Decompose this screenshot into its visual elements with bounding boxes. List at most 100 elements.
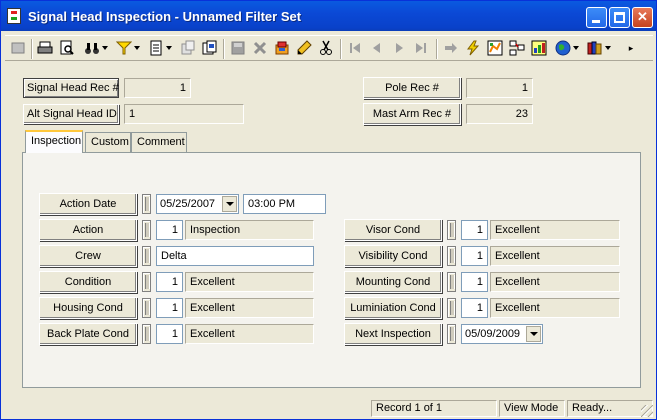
condition-code-input[interactable]: 1: [156, 272, 183, 292]
signal-head-inspection-window: Signal Head Inspection - Unnamed Filter …: [0, 0, 657, 420]
edit-pencil-icon[interactable]: [295, 39, 313, 57]
housing-cond-button[interactable]: Housing Cond: [39, 297, 137, 319]
toolbar-separator: [31, 39, 33, 59]
visibility-cond-code-input[interactable]: 1: [461, 246, 488, 266]
condition-grip[interactable]: [142, 272, 151, 292]
status-record-count: Record 1 of 1: [371, 400, 497, 417]
signal-head-rec-label[interactable]: Signal Head Rec #: [23, 78, 119, 98]
chevron-down-icon[interactable]: [526, 326, 541, 342]
close-button[interactable]: ✕: [632, 7, 653, 28]
back-plate-cond-button[interactable]: Back Plate Cond: [39, 323, 137, 345]
pole-rec-button[interactable]: Pole Rec #: [363, 77, 461, 99]
visibility-cond-description: Excellent: [490, 246, 620, 266]
copy-record-icon[interactable]: [179, 39, 197, 57]
minimize-button[interactable]: [586, 7, 607, 28]
visor-cond-code-input[interactable]: 1: [461, 220, 488, 240]
visibility-cond-button[interactable]: Visibility Cond: [344, 245, 442, 267]
crew-button[interactable]: Crew: [39, 245, 137, 267]
mounting-cond-code-input[interactable]: 1: [461, 272, 488, 292]
chevron-down-icon[interactable]: [222, 196, 237, 212]
close-icon: ✕: [637, 9, 648, 24]
toolbar: ▸: [5, 35, 653, 61]
action-date-button[interactable]: Action Date: [39, 193, 137, 215]
action-code-input[interactable]: 1: [156, 220, 183, 240]
filter-icon[interactable]: [115, 39, 140, 57]
print-preview-icon[interactable]: [58, 39, 76, 57]
map-icon[interactable]: [486, 39, 504, 57]
tab-inspection[interactable]: Inspection: [25, 130, 83, 153]
print-icon[interactable]: [36, 39, 54, 57]
attachments-icon[interactable]: [273, 39, 291, 57]
pole-rec-value: 1: [466, 78, 533, 98]
alt-signal-head-id-label: Alt Signal Head ID: [23, 104, 119, 124]
luminiation-cond-description: Excellent: [490, 298, 620, 318]
cut-icon[interactable]: [317, 39, 335, 57]
toolbar-separator: [340, 39, 342, 59]
next-inspection-button[interactable]: Next Inspection: [344, 323, 442, 345]
crew-grip[interactable]: [142, 246, 151, 266]
maximize-button[interactable]: [609, 7, 630, 28]
last-record-icon[interactable]: [412, 39, 430, 57]
chevron-down-icon[interactable]: [166, 46, 172, 50]
next-record-icon[interactable]: [390, 39, 408, 57]
visor-cond-description: Excellent: [490, 220, 620, 240]
luminiation-cond-code-input[interactable]: 1: [461, 298, 488, 318]
condition-button[interactable]: Condition: [39, 271, 137, 293]
inspection-tab-panel: [22, 152, 641, 388]
chevron-down-icon[interactable]: [134, 46, 140, 50]
paste-record-icon[interactable]: [201, 39, 219, 57]
tab-custom[interactable]: Custom: [85, 132, 131, 152]
status-bar: Record 1 of 1 View Mode Ready...: [3, 398, 654, 418]
first-record-icon[interactable]: [346, 39, 364, 57]
hierarchy-icon[interactable]: [508, 39, 526, 57]
save-icon[interactable]: [229, 39, 247, 57]
binoculars-find-icon[interactable]: [83, 39, 108, 57]
chevron-down-icon[interactable]: [102, 46, 108, 50]
previous-record-icon[interactable]: [368, 39, 386, 57]
title-bar[interactable]: Signal Head Inspection - Unnamed Filter …: [1, 1, 656, 31]
back-plate-cond-description: Excellent: [185, 324, 314, 344]
action-time-input[interactable]: 03:00 PM: [243, 194, 326, 214]
alt-signal-head-id-value: 1: [124, 104, 244, 124]
toolbar-overflow-icon[interactable]: ▸: [622, 39, 640, 57]
chevron-down-icon[interactable]: [605, 46, 611, 50]
mounting-cond-description: Excellent: [490, 272, 620, 292]
visibility-cond-grip[interactable]: [447, 246, 456, 266]
back-plate-cond-code-input[interactable]: 1: [156, 324, 183, 344]
luminiation-cond-grip[interactable]: [447, 298, 456, 318]
signal-head-rec-value: 1: [124, 78, 191, 98]
lightning-icon[interactable]: [464, 39, 482, 57]
back-plate-cond-grip[interactable]: [142, 324, 151, 344]
goto-icon[interactable]: [442, 39, 460, 57]
visor-cond-grip[interactable]: [447, 220, 456, 240]
housing-cond-grip[interactable]: [142, 298, 151, 318]
mounting-cond-button[interactable]: Mounting Cond: [344, 271, 442, 293]
action-button[interactable]: Action: [39, 219, 137, 241]
mounting-cond-grip[interactable]: [447, 272, 456, 292]
toolbar-separator: [223, 39, 225, 59]
maximize-icon: [614, 12, 625, 23]
action-date-picker[interactable]: 05/25/2007: [156, 194, 239, 214]
luminiation-cond-button[interactable]: Luminiation Cond: [344, 297, 442, 319]
crew-input[interactable]: Delta: [156, 246, 314, 266]
housing-cond-code-input[interactable]: 1: [156, 298, 183, 318]
delete-icon[interactable]: [251, 39, 269, 57]
new-record-icon[interactable]: [9, 39, 27, 57]
next-inspection-value: 05/09/2009: [465, 328, 521, 340]
chevron-down-icon[interactable]: [573, 46, 579, 50]
report-icon[interactable]: [147, 39, 172, 57]
status-mode: View Mode: [499, 400, 565, 417]
next-inspection-grip[interactable]: [447, 324, 456, 344]
chart-icon[interactable]: [530, 39, 548, 57]
visor-cond-button[interactable]: Visor Cond: [344, 219, 442, 241]
resize-grip-icon[interactable]: [641, 405, 653, 417]
mast-arm-rec-button[interactable]: Mast Arm Rec #: [363, 103, 461, 125]
tab-comment[interactable]: Comment: [131, 132, 187, 152]
action-grip[interactable]: [142, 220, 151, 240]
action-description: Inspection: [185, 220, 314, 240]
globe-icon[interactable]: [554, 39, 579, 57]
books-icon[interactable]: [586, 39, 611, 57]
next-inspection-date-picker[interactable]: 05/09/2009: [461, 324, 543, 344]
action-date-grip[interactable]: [142, 194, 151, 214]
toolbar-separator: [436, 39, 438, 59]
